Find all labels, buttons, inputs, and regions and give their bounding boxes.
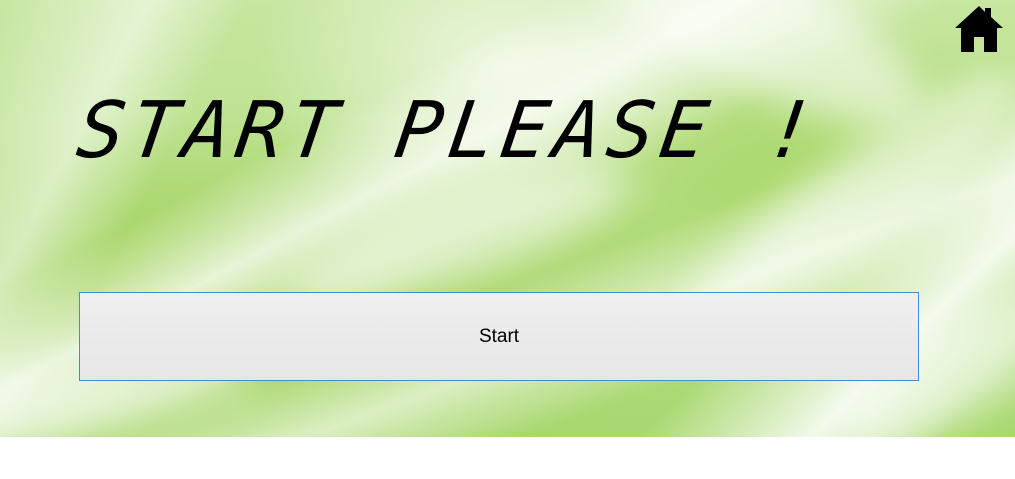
home-icon <box>955 6 1003 52</box>
page-title: START PLEASE ! <box>71 86 826 176</box>
home-button[interactable] <box>953 4 1005 54</box>
start-button[interactable]: Start <box>79 292 919 381</box>
